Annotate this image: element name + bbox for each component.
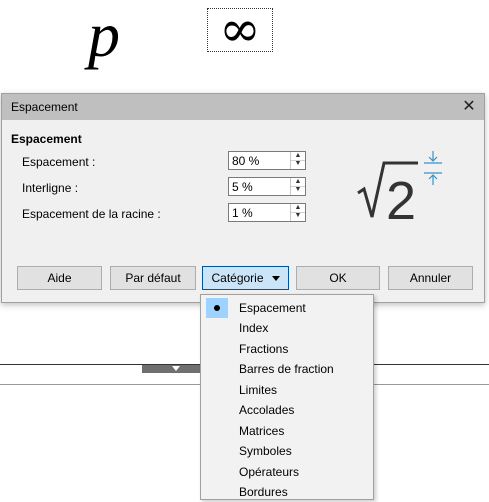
menu-item-label: Index: [239, 321, 269, 335]
menu-item-label: Accolades: [239, 403, 295, 417]
root-spacing-down-icon[interactable]: ▼: [291, 212, 305, 220]
menu-item-label: Espacement: [239, 301, 306, 315]
root-spacing-label: Espacement de la racine :: [22, 207, 161, 221]
formula-symbol-p: p: [88, 0, 120, 70]
menu-item-borders[interactable]: Bordures: [202, 482, 372, 502]
menu-item-fractions[interactable]: Fractions: [202, 339, 372, 359]
root-spacing-preview-icon: 2: [357, 151, 442, 229]
line-spacing-label: Interligne :: [22, 181, 79, 195]
dialog-titlebar[interactable]: Espacement ✕: [2, 94, 484, 120]
menu-item-index[interactable]: Index: [202, 318, 372, 338]
formula-symbol-infinity[interactable]: ∞: [207, 4, 273, 54]
menu-item-fraction-bars[interactable]: Barres de fraction: [202, 359, 372, 379]
menu-item-espacement[interactable]: Espacement: [202, 298, 372, 318]
category-button-label: Catégorie: [211, 271, 264, 285]
spacing-value[interactable]: 80 %: [232, 154, 259, 168]
spacing-dialog: Espacement ✕ Espacement Espacement : 80 …: [1, 93, 485, 303]
menu-item-symbols[interactable]: Symboles: [202, 441, 372, 461]
line-spacing-value[interactable]: 5 %: [232, 180, 253, 194]
menu-item-label: Opérateurs: [239, 465, 300, 479]
root-spacing-value[interactable]: 1 %: [232, 206, 253, 220]
section-title: Espacement: [11, 132, 82, 146]
menu-item-label: Fractions: [239, 342, 289, 356]
category-menu: Espacement Index Fractions Barres de fra…: [200, 294, 374, 500]
radio-dot-icon: [206, 298, 228, 318]
chevron-down-icon: [271, 276, 280, 282]
splitter-arrow-icon: [172, 366, 180, 371]
spacing-label: Espacement :: [22, 155, 96, 169]
menu-item-label: Limites: [239, 383, 278, 397]
cancel-button[interactable]: Annuler: [388, 266, 473, 290]
menu-item-label: Barres de fraction: [239, 362, 334, 376]
menu-item-limits[interactable]: Limites: [202, 380, 372, 400]
menu-item-label: Matrices: [239, 424, 285, 438]
menu-item-operators[interactable]: Opérateurs: [202, 462, 372, 482]
menu-item-label: Symboles: [239, 444, 292, 458]
menu-item-matrices[interactable]: Matrices: [202, 421, 372, 441]
root-spacing-spinbox[interactable]: 1 % ▲ ▼: [228, 203, 306, 222]
svg-text:2: 2: [386, 171, 416, 229]
spacing-down-icon[interactable]: ▼: [291, 160, 305, 168]
spacing-spinbox[interactable]: 80 % ▲ ▼: [228, 151, 306, 170]
dialog-title: Espacement: [11, 100, 78, 114]
ok-button[interactable]: OK: [296, 266, 380, 290]
line-spacing-spinbox[interactable]: 5 % ▲ ▼: [228, 177, 306, 196]
default-button[interactable]: Par défaut: [110, 266, 196, 290]
menu-item-label: Bordures: [239, 485, 288, 499]
help-button[interactable]: Aide: [17, 266, 102, 290]
category-button[interactable]: Catégorie: [202, 266, 289, 290]
menu-item-brackets[interactable]: Accolades: [202, 400, 372, 420]
line-spacing-down-icon[interactable]: ▼: [291, 186, 305, 194]
close-icon[interactable]: ✕: [458, 97, 480, 117]
